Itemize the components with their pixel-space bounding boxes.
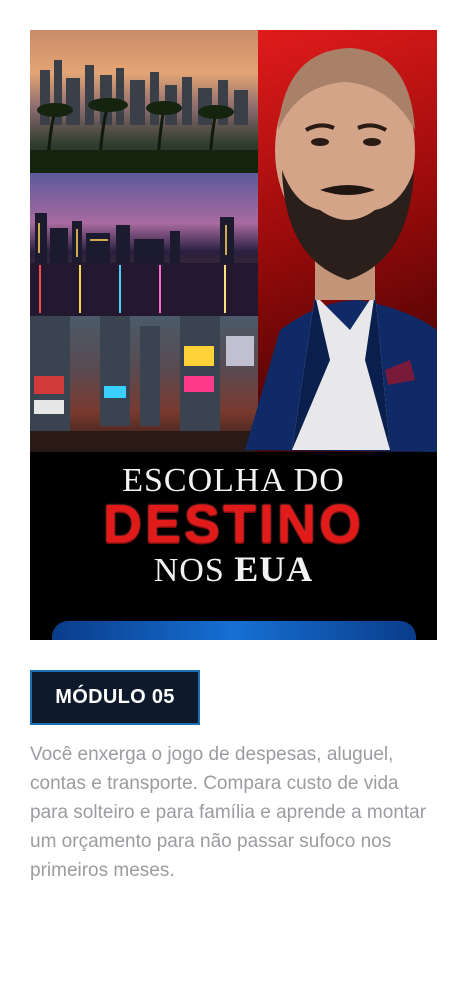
course-cover-image[interactable]: ESCOLHA DO DESTINO NOS EUA xyxy=(30,30,437,640)
module-description: Você enxerga o jogo de despesas, aluguel… xyxy=(30,744,427,881)
module-badge: MÓDULO 05 xyxy=(30,670,200,725)
cover-title-nos: NOS xyxy=(153,552,235,589)
cover-title-eua: EUA xyxy=(234,549,314,589)
cover-title-line-3: NOS EUA xyxy=(30,548,437,590)
cover-title-destino: DESTINO xyxy=(102,494,365,554)
cover-bottom-bar xyxy=(52,621,416,640)
